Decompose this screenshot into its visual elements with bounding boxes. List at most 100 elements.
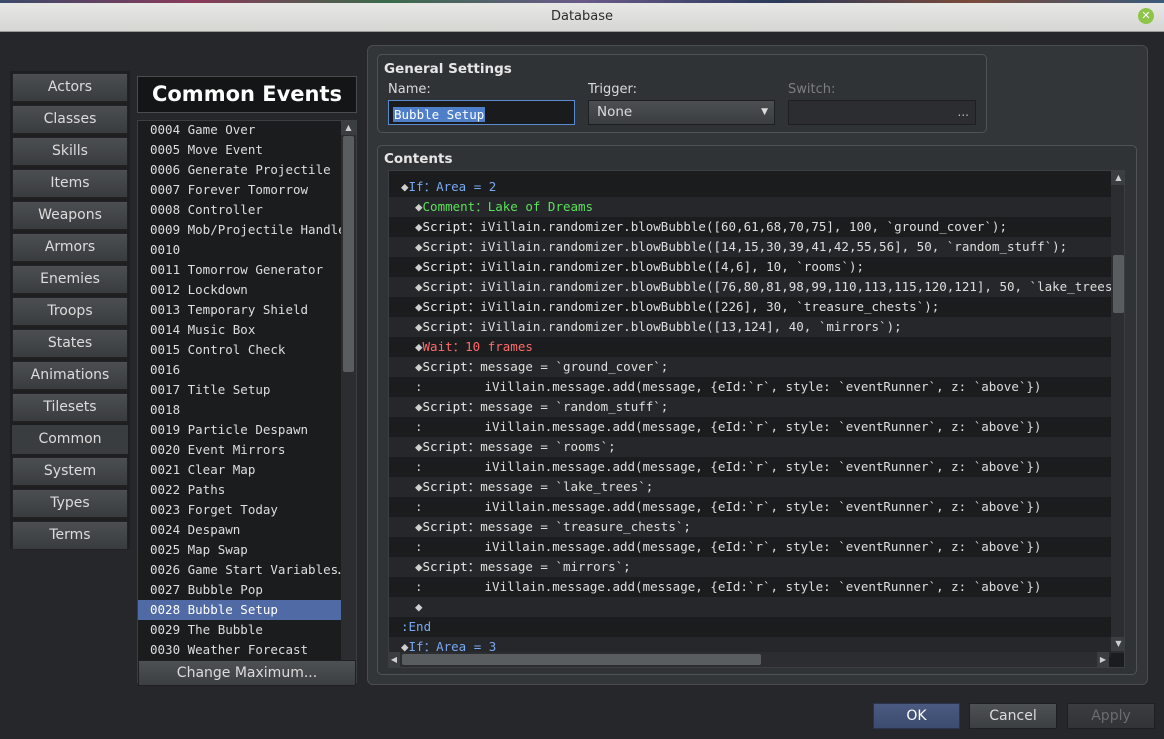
- tab-animations[interactable]: Animations: [12, 361, 128, 390]
- scroll-thumb[interactable]: [402, 654, 761, 665]
- list-item[interactable]: 0028 Bubble Setup: [138, 600, 342, 620]
- diamond-icon: ◆: [415, 519, 423, 534]
- event-commands-list[interactable]: ◆If：Area = 2 ◆Comment：Lake of Dreams ◆Scri…: [388, 170, 1125, 668]
- list-item[interactable]: 0030 Weather Forecast: [138, 640, 342, 660]
- scroll-down-arrow-icon[interactable]: ▼: [1111, 637, 1124, 651]
- continuation-marker: :: [415, 419, 423, 434]
- command-row[interactable]: ◆Script：message = `rooms`;: [389, 437, 1111, 457]
- list-item[interactable]: 0017 Title Setup: [138, 380, 342, 400]
- scroll-up-arrow-icon[interactable]: ▲: [1111, 171, 1124, 185]
- list-item[interactable]: 0011 Tomorrow Generator: [138, 260, 342, 280]
- scroll-thumb[interactable]: [1113, 255, 1124, 313]
- tab-skills[interactable]: Skills: [12, 137, 128, 166]
- trigger-select[interactable]: None ▼: [588, 100, 775, 125]
- contents-title: Contents: [384, 151, 453, 167]
- list-item[interactable]: 0021 Clear Map: [138, 460, 342, 480]
- command-text: iVillain.randomizer.blowBubble([14,15,30…: [480, 239, 1068, 254]
- command-row[interactable]: ◆Comment：Lake of Dreams: [389, 197, 1111, 217]
- list-item[interactable]: 0027 Bubble Pop: [138, 580, 342, 600]
- command-row[interactable]: ◆Script：iVillain.randomizer.blowBubble([…: [389, 217, 1111, 237]
- command-row[interactable]: ◆Script：iVillain.randomizer.blowBubble([…: [389, 237, 1111, 257]
- command-row[interactable]: ◆If：Area = 2: [389, 177, 1111, 197]
- close-icon[interactable]: ✕: [1138, 8, 1154, 24]
- list-item[interactable]: 0015 Control Check: [138, 340, 342, 360]
- command-row[interactable]: ◆Script：message = `mirrors`;: [389, 557, 1111, 577]
- command-row[interactable]: ◆: [389, 597, 1111, 617]
- diamond-icon: ◆: [415, 299, 423, 314]
- contents-hscrollbar[interactable]: ◀ ▶: [388, 652, 1109, 667]
- tab-classes[interactable]: Classes: [12, 105, 128, 134]
- command-row[interactable]: ◆Script：message = `ground_cover`;: [389, 357, 1111, 377]
- contents-vscrollbar[interactable]: ▲ ▼: [1111, 171, 1124, 653]
- list-item[interactable]: 0014 Music Box: [138, 320, 342, 340]
- list-item[interactable]: 0004 Game Over: [138, 121, 342, 140]
- command-row[interactable]: : iVillain.message.add(message, {eId:`r`,…: [389, 537, 1111, 557]
- switch-browse-button[interactable]: ...: [958, 105, 969, 119]
- command-row[interactable]: ◆Wait：10 frames: [389, 337, 1111, 357]
- scroll-left-arrow-icon[interactable]: ◀: [388, 652, 400, 667]
- list-item[interactable]: 0023 Forget Today: [138, 500, 342, 520]
- command-row[interactable]: : iVillain.message.add(message, {eId:`r`,…: [389, 497, 1111, 517]
- name-input[interactable]: Bubble Setup: [388, 100, 575, 125]
- diamond-icon: ◆: [415, 239, 423, 254]
- event-list-scrollbar[interactable]: ▲ ▼: [341, 121, 356, 682]
- list-item[interactable]: 0024 Despawn: [138, 520, 342, 540]
- list-item[interactable]: 0018: [138, 400, 342, 420]
- cancel-button[interactable]: Cancel: [969, 703, 1057, 729]
- list-item[interactable]: 0006 Generate Projectile: [138, 160, 342, 180]
- ok-button[interactable]: OK: [873, 703, 960, 729]
- list-item[interactable]: 0022 Paths: [138, 480, 342, 500]
- tab-states[interactable]: States: [12, 329, 128, 358]
- command-row[interactable]: ◆Script：iVillain.randomizer.blowBubble([…: [389, 257, 1111, 277]
- list-item[interactable]: 0019 Particle Despawn: [138, 420, 342, 440]
- command-row[interactable]: ◆Script：iVillain.randomizer.blowBubble([…: [389, 317, 1111, 337]
- command-text: iVillain.randomizer.blowBubble([60,61,68…: [480, 219, 1007, 234]
- list-item[interactable]: 0016: [138, 360, 342, 380]
- tab-terms[interactable]: Terms: [12, 521, 128, 550]
- tab-troops[interactable]: Troops: [12, 297, 128, 326]
- command-row[interactable]: :End: [389, 617, 1111, 637]
- tab-actors[interactable]: Actors: [12, 73, 128, 102]
- scroll-right-arrow-icon[interactable]: ▶: [1097, 652, 1109, 667]
- list-item[interactable]: 0009 Mob/Projectile Handler: [138, 220, 342, 240]
- tab-common-events[interactable]: Common Events: [12, 425, 128, 474]
- tab-armors[interactable]: Armors: [12, 233, 128, 262]
- trigger-label: Trigger:: [588, 82, 637, 97]
- scroll-up-arrow-icon[interactable]: ▲: [341, 121, 356, 135]
- command-row[interactable]: ◆Script：message = `lake_trees`;: [389, 477, 1111, 497]
- command-row[interactable]: : iVillain.message.add(message, {eId:`r`,…: [389, 417, 1111, 437]
- list-item[interactable]: 0020 Event Mirrors: [138, 440, 342, 460]
- switch-field[interactable]: ...: [788, 100, 976, 125]
- list-item[interactable]: 0008 Controller: [138, 200, 342, 220]
- command-row[interactable]: : iVillain.message.add(message, {eId:`r`,…: [389, 577, 1111, 597]
- common-event-list[interactable]: 0004 Game Over 0005 Move Event 0006 Genera…: [137, 120, 357, 683]
- command-row[interactable]: ◆Script：message = `random_stuff`;: [389, 397, 1111, 417]
- list-item[interactable]: 0026 Game Start Variables…: [138, 560, 342, 580]
- tab-enemies[interactable]: Enemies: [12, 265, 128, 294]
- list-item[interactable]: 0005 Move Event: [138, 140, 342, 160]
- command-row[interactable]: ◆Script：iVillain.randomizer.blowBubble([…: [389, 277, 1111, 297]
- apply-button[interactable]: Apply: [1067, 703, 1155, 729]
- window-title: Database: [550, 9, 614, 24]
- command-text: message = `random_stuff`;: [480, 399, 669, 414]
- command-row[interactable]: : iVillain.message.add(message, {eId:`r`,…: [389, 377, 1111, 397]
- command-text: iVillain.message.add(message, {eId:`r`, …: [484, 459, 1042, 474]
- command-keyword: Script：: [422, 279, 481, 294]
- tab-system[interactable]: System: [12, 457, 128, 486]
- change-maximum-button[interactable]: Change Maximum...: [138, 660, 356, 686]
- scroll-thumb[interactable]: [343, 136, 354, 372]
- tab-weapons[interactable]: Weapons: [12, 201, 128, 230]
- list-item[interactable]: 0013 Temporary Shield: [138, 300, 342, 320]
- tab-types[interactable]: Types: [12, 489, 128, 518]
- list-item[interactable]: 0010: [138, 240, 342, 260]
- list-item[interactable]: 0029 The Bubble: [138, 620, 342, 640]
- command-row[interactable]: ◆Script：message = `treasure_chests`;: [389, 517, 1111, 537]
- command-row[interactable]: ◆Script：iVillain.randomizer.blowBubble([…: [389, 297, 1111, 317]
- tab-items[interactable]: Items: [12, 169, 128, 198]
- command-row[interactable]: : iVillain.message.add(message, {eId:`r`,…: [389, 457, 1111, 477]
- list-item[interactable]: 0012 Lockdown: [138, 280, 342, 300]
- tab-tilesets[interactable]: Tilesets: [12, 393, 128, 422]
- list-item[interactable]: 0007 Forever Tomorrow: [138, 180, 342, 200]
- command-text: 10 frames: [465, 339, 533, 354]
- list-item[interactable]: 0025 Map Swap: [138, 540, 342, 560]
